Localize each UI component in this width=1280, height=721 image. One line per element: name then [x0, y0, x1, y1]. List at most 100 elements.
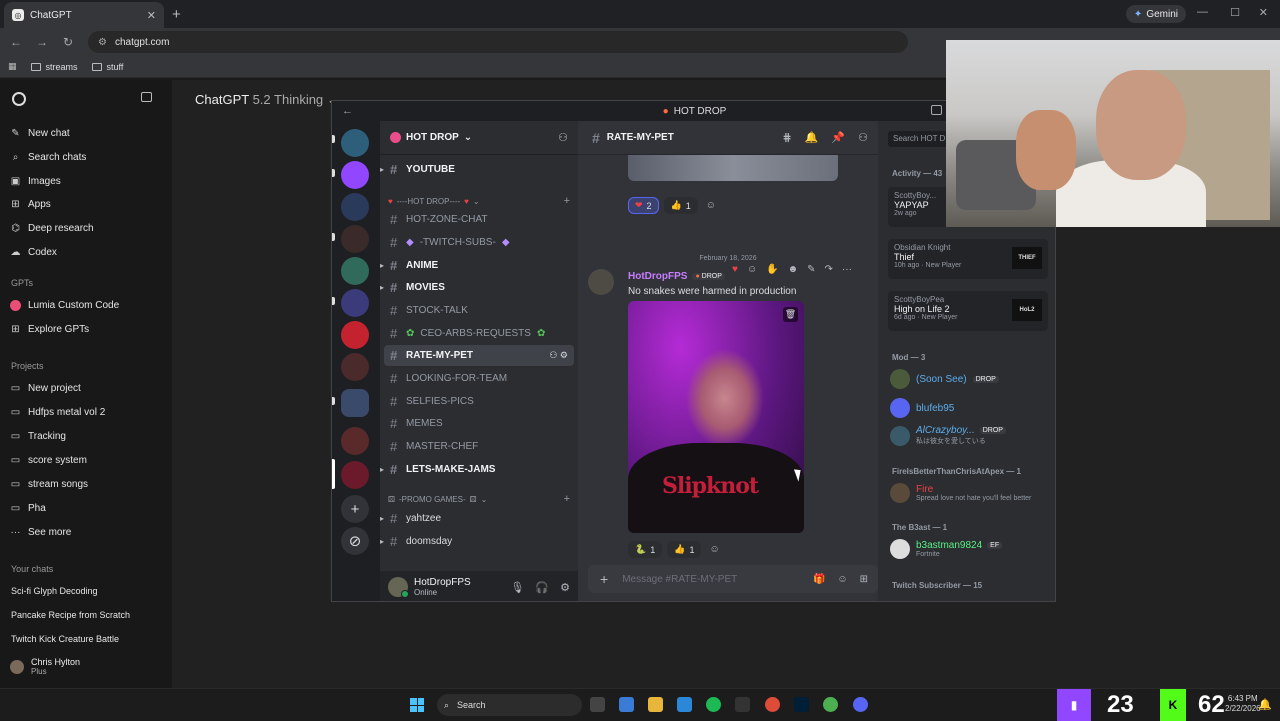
system-clock[interactable]: 6:43 PM 2/22/2026 — [1225, 694, 1261, 714]
server-icon[interactable] — [341, 161, 369, 189]
channel-master-chef[interactable]: # MASTER-CHEF — [384, 436, 574, 457]
channel-lets-make-jams[interactable]: ▸ # LETS-MAKE-JAMS — [380, 459, 574, 480]
activity-card[interactable]: Obsidian Knight Thief 10h ago · New Play… — [888, 239, 1048, 279]
server-icon[interactable] — [341, 461, 369, 489]
chat-item[interactable]: Pancake Recipe from Scratch — [11, 610, 130, 620]
server-folder-icon[interactable] — [341, 389, 369, 417]
chrome-icon[interactable] — [765, 697, 780, 712]
bookmark-folder-stuff[interactable]: stuff — [91, 62, 123, 72]
reply-icon[interactable]: ↷ — [825, 264, 833, 275]
server-icon[interactable] — [341, 321, 369, 349]
minimize-icon[interactable]: — — [1197, 6, 1208, 18]
category-hot-drop[interactable]: ♥ ----HOT DROP---- ♥ ⌄ + — [388, 195, 574, 207]
project-item[interactable]: ▭ Pha — [10, 503, 46, 514]
back-icon[interactable]: ← — [6, 35, 26, 49]
taskbar-search[interactable]: ⌕ Search — [437, 694, 582, 716]
spotify-icon[interactable] — [706, 697, 721, 712]
project-item[interactable]: ▭ New project — [10, 383, 81, 394]
reaction-snake[interactable]: 🐍 1 — [628, 541, 663, 558]
channel-stock-talk[interactable]: # STOCK-TALK — [384, 300, 574, 321]
server-icon[interactable] — [341, 427, 369, 455]
copilot-icon[interactable] — [619, 697, 634, 712]
member-list-icon[interactable]: ⚇ — [858, 131, 868, 144]
server-icon[interactable] — [341, 353, 369, 381]
message-author[interactable]: HotDropFPS — [628, 271, 687, 282]
trash-icon[interactable]: 🗑 — [783, 307, 798, 322]
gpt-item-lumia[interactable]: Lumia Custom Code — [10, 300, 119, 311]
maximize-icon[interactable]: ☐ — [1230, 6, 1240, 19]
category-promo-games[interactable]: ⚄ -PROMO GAMES- ⚄ ⌄ + — [388, 493, 574, 505]
reaction-thumbs-up[interactable]: 👍 1 — [667, 541, 702, 558]
address-bar[interactable]: ⚙ chatgpt.com — [88, 31, 908, 53]
back-arrow-icon[interactable]: ← — [342, 105, 353, 117]
server-icon[interactable] — [341, 129, 369, 157]
server-icon[interactable] — [341, 193, 369, 221]
channel-anime[interactable]: ▸ # ANIME — [380, 255, 574, 276]
server-icon[interactable] — [341, 257, 369, 285]
close-tab-icon[interactable]: ✕ — [147, 9, 156, 22]
add-reaction-icon[interactable]: ☻ — [788, 264, 799, 275]
project-item[interactable]: ▭ Hdfps metal vol 2 — [10, 407, 106, 418]
emoji-icon[interactable]: ☺ — [837, 574, 847, 585]
see-more-button[interactable]: ··· See more — [10, 527, 72, 538]
heart-icon[interactable]: ♥ — [732, 264, 738, 275]
channel-settings-icons[interactable]: ⚇ ⚙ — [549, 350, 568, 361]
apps-icon[interactable]: ⊞ — [860, 574, 868, 585]
gpt-item-explore[interactable]: ⊞ Explore GPTs — [10, 324, 89, 335]
member-item[interactable]: (Soon See) DROP — [890, 369, 1050, 389]
channel-youtube[interactable]: ▸ # YOUTUBE — [380, 159, 574, 180]
server-icon[interactable] — [341, 225, 369, 253]
openai-logo-icon[interactable] — [12, 92, 26, 106]
message-input[interactable]: + Message #RATE-MY-PET 🎁 ☺ ⊞ — [588, 565, 878, 593]
emoji-icon[interactable]: ☺ — [747, 264, 757, 275]
channel-selfies-pics[interactable]: # SELFIES-PICS — [384, 391, 574, 412]
bookmark-folder-streams[interactable]: streams — [30, 62, 78, 72]
new-tab-button[interactable]: + — [172, 6, 181, 23]
sidebar-item-codex[interactable]: ☁ Codex — [10, 247, 57, 258]
sidebar-item-search-chats[interactable]: ⌕ Search chats — [10, 152, 87, 163]
avatar[interactable] — [588, 269, 614, 295]
attach-plus-icon[interactable]: + — [600, 571, 608, 587]
notification-bell-icon[interactable]: 🔔 — [1258, 698, 1272, 711]
channel-twitch-subs[interactable]: # ◆ -TWITCH-SUBS- ◆ — [384, 232, 574, 253]
channel-hot-zone-chat[interactable]: # HOT-ZONE-CHAT — [384, 209, 574, 230]
channel-looking-for-team[interactable]: # LOOKING-FOR-TEAM — [384, 368, 574, 389]
notepad-icon[interactable] — [677, 697, 692, 712]
channel-ceo-arbs-requests[interactable]: # ✿ CEO-ARBS-REQUESTS ✿ — [384, 323, 574, 344]
apps-grid-icon[interactable]: ▦ — [8, 61, 17, 72]
member-item[interactable]: Fire Spread love not hate you'll feel bet… — [890, 483, 1050, 503]
chat-item[interactable]: Twitch Kick Creature Battle — [11, 634, 119, 644]
create-channel-icon[interactable]: + — [564, 195, 570, 207]
add-reaction-icon[interactable]: ☺ — [709, 544, 719, 555]
edit-icon[interactable]: ✎ — [807, 264, 815, 275]
gear-icon[interactable]: ⚙ — [560, 581, 570, 594]
account-menu[interactable]: Chris Hylton Plus — [10, 657, 80, 676]
forward-icon[interactable]: → — [32, 35, 52, 49]
bell-icon[interactable]: 🔔 — [805, 131, 819, 144]
create-channel-icon[interactable]: + — [564, 493, 570, 505]
pin-icon[interactable]: 📌 — [831, 131, 845, 144]
project-item[interactable]: ▭ Tracking — [10, 431, 66, 442]
windows-start-icon[interactable] — [410, 698, 424, 712]
reaction-heart[interactable]: ❤ 2 — [628, 197, 659, 214]
model-picker[interactable]: ChatGPT 5.2 Thinking ⌄ — [195, 92, 338, 108]
site-info-icon[interactable]: ⚙ — [98, 37, 107, 48]
member-item[interactable]: b3astman9824 EF Fortnite — [890, 539, 1050, 559]
gift-icon[interactable]: 🎁 — [813, 574, 825, 585]
photoshop-icon[interactable] — [794, 697, 809, 712]
avatar[interactable] — [388, 577, 409, 598]
invite-people-icon[interactable]: ⚇ — [558, 131, 568, 144]
sidebar-toggle-icon[interactable] — [141, 92, 152, 102]
sidebar-item-apps[interactable]: ⊞ Apps — [10, 199, 51, 210]
project-item[interactable]: ▭ score system — [10, 455, 87, 466]
channel-doomsday[interactable]: ▸ # doomsday — [380, 531, 574, 552]
server-header[interactable]: HOT DROP ⌄ ⚇ — [380, 121, 578, 155]
member-item[interactable]: blufeb95 — [890, 398, 1050, 418]
discover-compass-icon[interactable]: ⊘ — [341, 527, 369, 555]
gemini-button[interactable]: ✦ Gemini — [1125, 5, 1186, 23]
hud-fx-icon[interactable] — [735, 697, 750, 712]
image-attachment[interactable]: Slipknot 🗑 — [628, 301, 804, 533]
reaction-thumbs-up[interactable]: 👍 1 — [663, 197, 698, 214]
add-server-icon[interactable]: + — [341, 495, 369, 523]
hand-icon[interactable]: ✋ — [766, 264, 778, 275]
